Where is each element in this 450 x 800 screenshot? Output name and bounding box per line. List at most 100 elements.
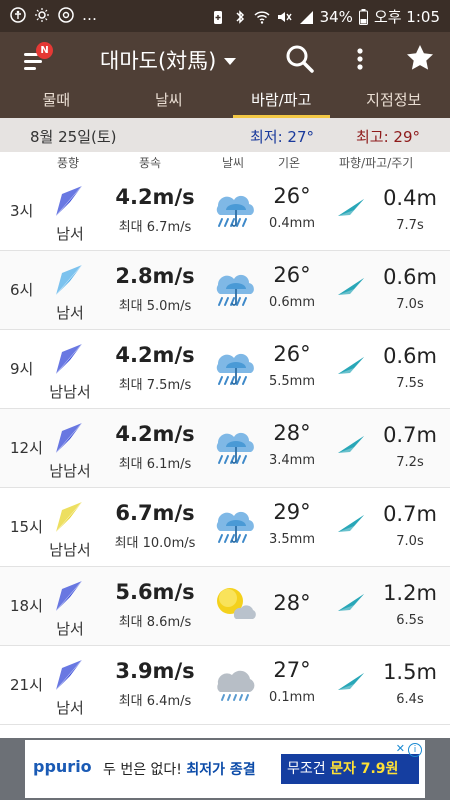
wave-direction-arrow-icon bbox=[336, 433, 368, 457]
rain-heavy-icon bbox=[212, 344, 258, 390]
ad-close-icon[interactable]: ✕ bbox=[396, 742, 405, 755]
forecast-list: 3시 남서 4.2m/s 최대 6.7m/s 26° 0.4mm 0.4m 7.7s 6시남서 2… bbox=[0, 172, 450, 725]
search-icon[interactable] bbox=[284, 43, 316, 75]
ad-info-icon[interactable]: i bbox=[408, 743, 422, 757]
tab-bar: 물때 날씨 바람/파고 지점정보 bbox=[0, 86, 450, 118]
tab-location-info[interactable]: 지점정보 bbox=[338, 86, 450, 118]
wind-speed: 5.6m/s bbox=[115, 580, 195, 604]
wave-period: 6.5s bbox=[396, 613, 424, 628]
wave-period: 7.2s bbox=[396, 455, 424, 470]
wave-period: 7.0s bbox=[396, 297, 424, 312]
ad-banner[interactable]: ppurio 두 번은 없다! 최저가 종결 무조건 문자 7.9원 ✕ i bbox=[25, 740, 425, 798]
precipitation: 5.5mm bbox=[268, 374, 315, 389]
date-bar: 8월 25일(토) 최저: 27° 최고: 29° bbox=[0, 118, 450, 152]
wave-period: 7.0s bbox=[396, 534, 424, 549]
wind-gust: 최대 5.0m/s bbox=[118, 299, 192, 314]
star-icon[interactable] bbox=[405, 43, 435, 73]
wind-direction-arrow-icon bbox=[48, 261, 88, 297]
clock: 오후 1:05 bbox=[373, 8, 440, 26]
wifi-icon bbox=[254, 10, 270, 24]
wave-direction-arrow-icon bbox=[336, 354, 368, 378]
row-time: 21시 bbox=[10, 676, 43, 694]
wave-direction-arrow-icon bbox=[336, 196, 368, 220]
tab-tide[interactable]: 물때 bbox=[0, 86, 113, 118]
wave-direction-arrow-icon bbox=[336, 591, 368, 615]
cloud-rain-icon bbox=[212, 660, 258, 706]
wind-direction-arrow-icon bbox=[48, 182, 88, 218]
battery-percent: 34% bbox=[319, 7, 353, 26]
row-time: 18시 bbox=[10, 597, 43, 615]
wind-direction-label: 남남서 bbox=[49, 462, 91, 480]
new-badge: N bbox=[36, 42, 53, 59]
temperature: 26° bbox=[273, 263, 311, 287]
sun-cloud-icon bbox=[212, 581, 258, 627]
wind-speed: 2.8m/s bbox=[115, 264, 195, 288]
mute-icon bbox=[277, 11, 292, 22]
precipitation: 0.1mm bbox=[268, 690, 315, 705]
wave-period: 7.7s bbox=[396, 218, 424, 233]
row-time: 15시 bbox=[10, 518, 43, 536]
wind-direction-arrow-icon bbox=[48, 340, 88, 376]
temperature: 28° bbox=[273, 421, 311, 445]
header-temperature: 기온 bbox=[278, 156, 301, 170]
battery-saver-icon bbox=[213, 10, 222, 24]
max-temp: 최고: 29° bbox=[356, 128, 421, 146]
wind-direction-label: 남서 bbox=[56, 620, 84, 638]
signal-icon bbox=[299, 10, 313, 24]
dropdown-caret-icon bbox=[224, 58, 237, 65]
temperature: 29° bbox=[273, 500, 311, 524]
bluetooth-icon bbox=[236, 9, 244, 24]
wind-speed: 4.2m/s bbox=[115, 185, 195, 209]
header-wave: 파향/파고/주기 bbox=[339, 156, 414, 170]
header-wind-speed: 풍속 bbox=[139, 156, 162, 170]
location-selector[interactable]: 대마도(対馬) bbox=[100, 45, 237, 75]
header-wind-dir: 풍향 bbox=[57, 156, 80, 170]
wind-speed: 6.7m/s bbox=[115, 501, 195, 525]
forecast-row: 21시 남서 3.9m/s 최대 6.4m/s 27° 0.1mm 1.5m 6.4s bbox=[0, 646, 450, 725]
wave-height: 0.7m bbox=[383, 423, 437, 447]
header-weather: 날씨 bbox=[222, 156, 245, 170]
rain-heavy-icon bbox=[212, 265, 258, 311]
forecast-row: 12시 남남서 4.2m/s 최대 6.1m/s 28° 3.4mm 0.7m 7.2s bbox=[0, 409, 450, 488]
weather-status-icon bbox=[35, 8, 49, 22]
wind-gust: 최대 8.6m/s bbox=[118, 615, 192, 630]
wave-direction-arrow-icon bbox=[336, 275, 368, 299]
rain-heavy-icon bbox=[212, 423, 258, 469]
ad-cta[interactable]: 무조건 문자 7.9원 bbox=[281, 754, 419, 784]
more-notifications-icon: … bbox=[82, 6, 98, 24]
wave-period: 6.4s bbox=[396, 692, 424, 707]
temperature: 26° bbox=[273, 342, 311, 366]
wind-speed: 4.2m/s bbox=[115, 422, 195, 446]
wind-direction-label: 남서 bbox=[56, 699, 84, 717]
wind-direction-label: 남남서 bbox=[49, 541, 91, 559]
app-bar: N 대마도(対馬) bbox=[0, 32, 450, 86]
forecast-row: 9시 남남서 4.2m/s 최대 7.5m/s 26° 5.5mm 0.6m 7.5s bbox=[0, 330, 450, 409]
forecast-row: 6시 남서 2.8m/s 최대 5.0m/s 26° 0.6mm 0.6m 7.0s bbox=[0, 251, 450, 330]
more-vert-icon[interactable] bbox=[350, 44, 370, 74]
temperature: 26° bbox=[273, 184, 311, 208]
forecast-row: 18시 남서 5.6m/s 최대 8.6m/s 28° 1.2m 6.5s bbox=[0, 567, 450, 646]
wind-direction-arrow-icon bbox=[48, 577, 88, 613]
wave-direction-arrow-icon bbox=[336, 670, 368, 694]
row-time: 6시 bbox=[10, 281, 34, 299]
min-temp: 최저: 27° bbox=[250, 128, 315, 146]
date-label: 8월 25일(토) bbox=[30, 128, 117, 146]
temperature: 27° bbox=[273, 658, 311, 682]
precipitation: 3.4mm bbox=[268, 453, 315, 468]
wind-direction-arrow-icon bbox=[48, 419, 88, 455]
wind-direction-label: 남남서 bbox=[49, 383, 91, 401]
wave-height: 0.6m bbox=[383, 265, 437, 289]
wave-height: 0.7m bbox=[383, 502, 437, 526]
wave-height: 0.6m bbox=[383, 344, 437, 368]
column-headers: 풍향 풍속 날씨 기온 파향/파고/주기 bbox=[0, 152, 450, 172]
wave-period: 7.5s bbox=[396, 376, 424, 391]
tab-wind-wave[interactable]: 바람/파고 bbox=[225, 86, 338, 118]
wind-direction-arrow-icon bbox=[48, 656, 88, 692]
menu-button[interactable]: N bbox=[20, 42, 54, 74]
wave-direction-arrow-icon bbox=[336, 512, 368, 536]
tab-weather[interactable]: 날씨 bbox=[113, 86, 226, 118]
rain-heavy-icon bbox=[212, 186, 258, 232]
wave-height: 1.2m bbox=[383, 581, 437, 605]
forecast-row: 3시 남서 4.2m/s 최대 6.7m/s 26° 0.4mm 0.4m 7.7s bbox=[0, 172, 450, 251]
precipitation: 0.6mm bbox=[268, 295, 315, 310]
